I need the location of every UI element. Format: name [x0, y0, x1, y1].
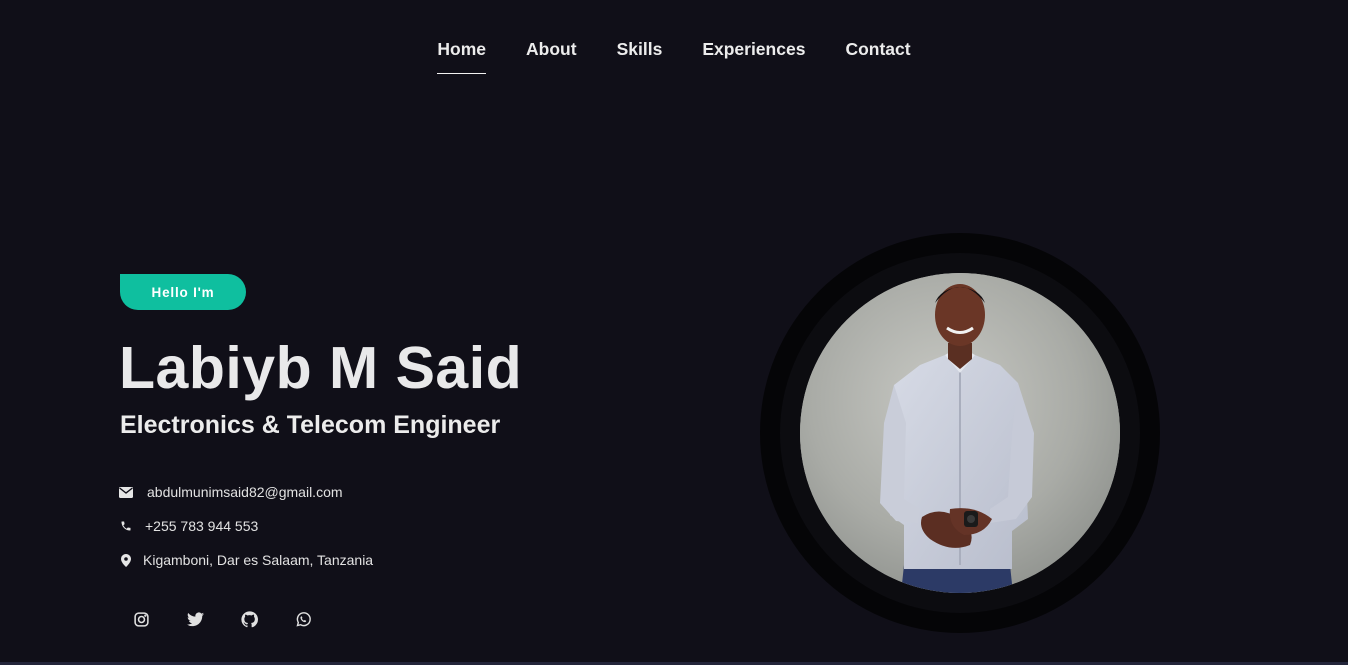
phone-text[interactable]: +255 783 944 553: [145, 518, 258, 534]
phone-icon: [119, 519, 133, 533]
github-icon[interactable]: [231, 601, 267, 637]
contact-location: Kigamboni, Dar es Salaam, Tanzania: [119, 543, 373, 577]
twitter-icon[interactable]: [177, 601, 213, 637]
contact-phone: +255 783 944 553: [119, 509, 373, 543]
nav-home[interactable]: Home: [437, 39, 486, 74]
map-marker-icon: [119, 553, 133, 567]
nav-experiences[interactable]: Experiences: [702, 39, 805, 74]
hello-badge: Hello I'm: [120, 274, 246, 310]
profile-photo-illustration: [800, 273, 1120, 593]
social-links: [123, 601, 321, 637]
profile-photo: [800, 273, 1120, 593]
instagram-icon[interactable]: [123, 601, 159, 637]
whatsapp-icon[interactable]: [285, 601, 321, 637]
hero-name: Labiyb M Said: [119, 335, 523, 401]
envelope-icon: [119, 485, 133, 499]
portfolio-page: Home About Skills Experiences Contact He…: [0, 0, 1348, 665]
hero-role: Electronics & Telecom Engineer: [120, 411, 501, 439]
contact-list: abdulmunimsaid82@gmail.com +255 783 944 …: [119, 475, 373, 577]
portrait-frame: [760, 233, 1160, 633]
nav-about[interactable]: About: [526, 39, 577, 74]
location-text: Kigamboni, Dar es Salaam, Tanzania: [143, 552, 374, 568]
contact-email: abdulmunimsaid82@gmail.com: [119, 475, 373, 509]
main-nav: Home About Skills Experiences Contact: [0, 39, 1348, 74]
email-text[interactable]: abdulmunimsaid82@gmail.com: [147, 484, 343, 500]
nav-contact[interactable]: Contact: [845, 39, 910, 74]
nav-skills[interactable]: Skills: [617, 39, 663, 74]
